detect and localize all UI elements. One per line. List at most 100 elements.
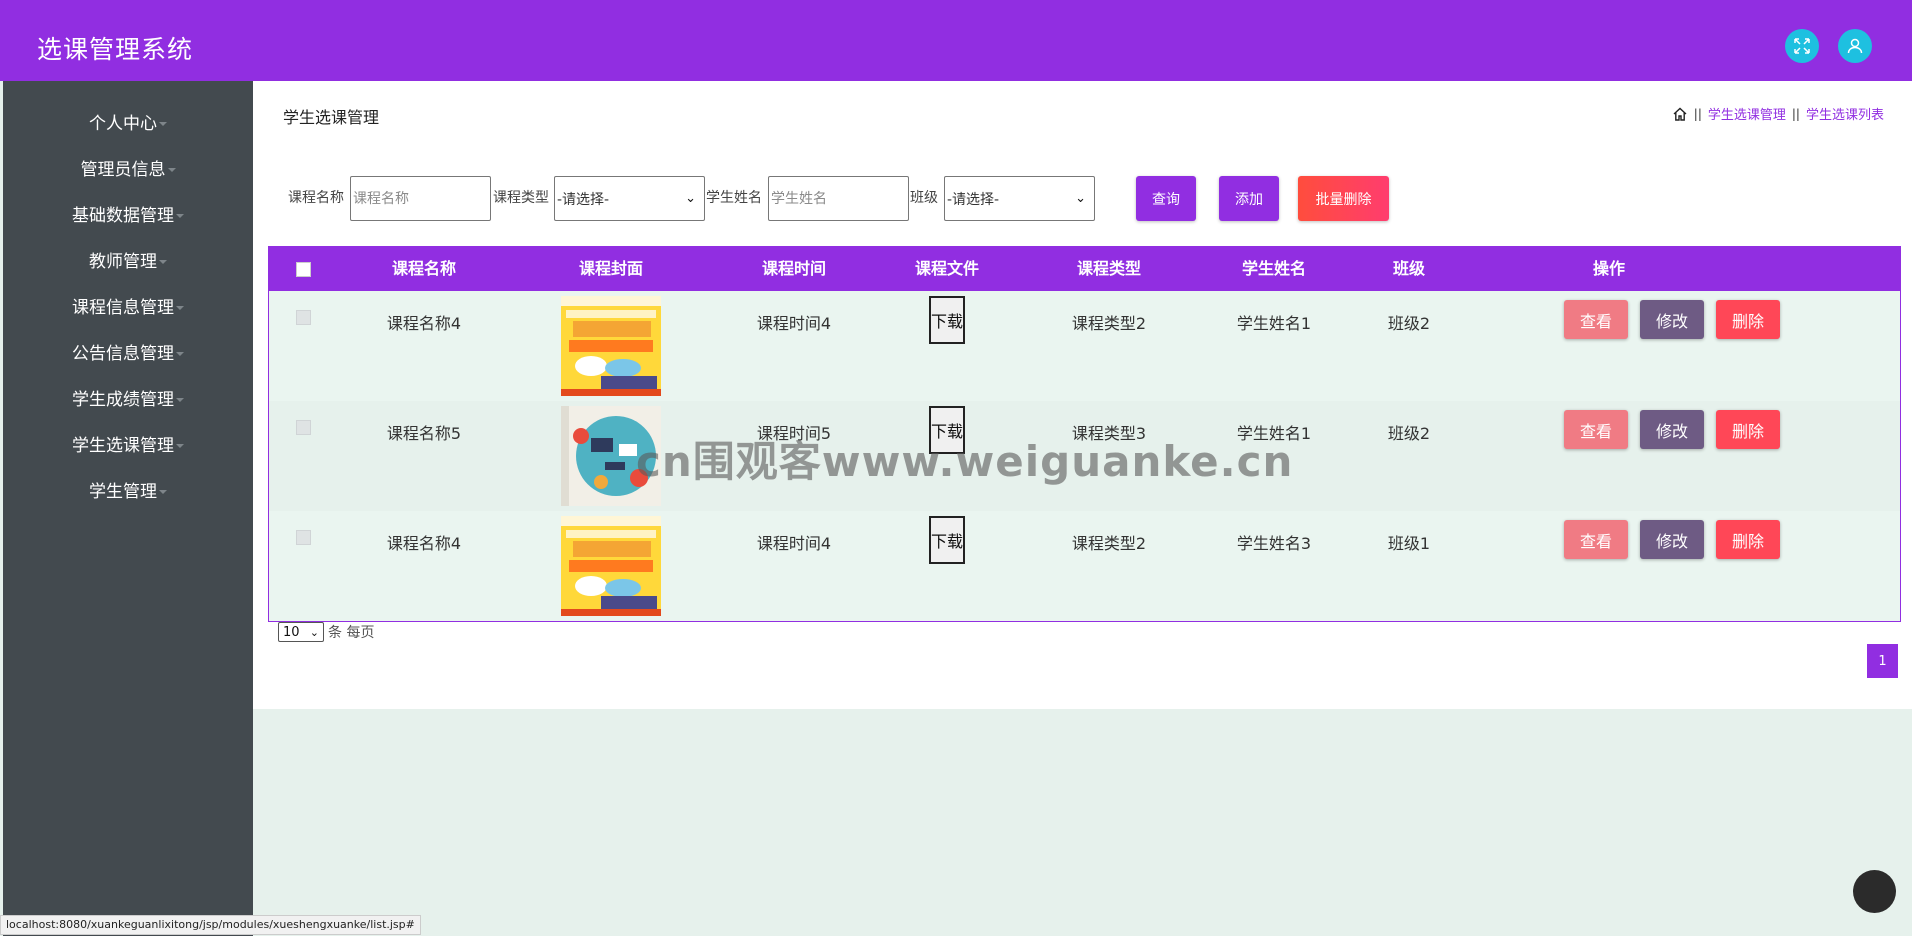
chevron-down-icon: ⌄ bbox=[1075, 191, 1086, 206]
floating-action-button[interactable] bbox=[1853, 870, 1896, 913]
home-icon[interactable] bbox=[1672, 106, 1688, 122]
edit-button[interactable]: 修改 bbox=[1640, 300, 1704, 339]
cell-course-time: 课程时间4 bbox=[756, 534, 832, 553]
sidebar-item-label: 管理员信息 bbox=[80, 160, 166, 180]
breadcrumb-item[interactable]: 学生选课管理 bbox=[1708, 104, 1786, 123]
sidebar-item-label: 教师管理 bbox=[89, 252, 157, 272]
caret-down-icon bbox=[176, 352, 184, 356]
course-type-select[interactable]: -请选择- ⌄ bbox=[554, 176, 705, 221]
cell-course-type: 课程类型2 bbox=[1071, 534, 1147, 553]
sidebar-item-notices[interactable]: 公告信息管理 bbox=[3, 340, 253, 368]
download-button[interactable]: 下载 bbox=[929, 296, 965, 344]
view-button[interactable]: 查看 bbox=[1564, 300, 1628, 339]
course-cover-image[interactable] bbox=[561, 516, 661, 616]
batch-delete-button[interactable]: 批量删除 bbox=[1298, 176, 1389, 221]
main-content: 学生选课管理 || 学生选课管理 || 学生选课列表 课程名称 课程类型 -请选… bbox=[253, 81, 1912, 709]
cell-student-name: 学生姓名3 bbox=[1236, 534, 1312, 553]
sidebar-item-label: 课程信息管理 bbox=[72, 298, 174, 318]
column-header-course-time: 课程时间 bbox=[761, 259, 826, 278]
edit-button[interactable]: 修改 bbox=[1640, 520, 1704, 559]
column-header-course-cover: 课程封面 bbox=[578, 259, 643, 278]
chevron-down-icon: ⌄ bbox=[685, 191, 696, 206]
sidebar-item-courses[interactable]: 课程信息管理 bbox=[3, 294, 253, 322]
sidebar-item-teachers[interactable]: 教师管理 bbox=[3, 248, 253, 276]
sidebar-item-label: 公告信息管理 bbox=[72, 344, 174, 364]
caret-down-icon bbox=[176, 398, 184, 402]
chevron-down-icon: ⌄ bbox=[309, 625, 319, 639]
sidebar-item-label: 学生成绩管理 bbox=[72, 390, 174, 410]
sidebar-item-admin-info[interactable]: 管理员信息 bbox=[3, 156, 253, 184]
column-header-class: 班级 bbox=[1392, 259, 1425, 278]
breadcrumb-separator: || bbox=[1693, 106, 1702, 121]
table-row: 课程名称4 课程时间4 下载 课程类型2 学生姓名1 班级2 查看 修改 删除 bbox=[269, 291, 1900, 401]
breadcrumb: || 学生选课管理 || 学生选课列表 bbox=[1672, 104, 1884, 123]
breadcrumb-separator: || bbox=[1791, 106, 1800, 121]
caret-down-icon bbox=[159, 260, 167, 264]
page-size-select[interactable]: 10 ⌄ bbox=[278, 622, 324, 642]
top-bar: 选课管理系统 bbox=[0, 0, 1912, 81]
table-header: 课程名称 课程封面 课程时间 课程文件 课程类型 学生姓名 班级 操作 bbox=[269, 247, 1900, 291]
table-row: 课程名称4 课程时间4 下载 课程类型2 学生姓名3 班级1 查看 修改 删除 bbox=[269, 511, 1900, 621]
cell-course-name: 课程名称4 bbox=[386, 314, 462, 333]
cell-student-name: 学生姓名1 bbox=[1236, 314, 1312, 333]
column-header-actions: 操作 bbox=[1592, 259, 1625, 278]
class-select-value: -请选择- bbox=[947, 191, 1000, 208]
fullscreen-icon[interactable] bbox=[1785, 29, 1819, 63]
download-button[interactable]: 下载 bbox=[929, 516, 965, 564]
cell-course-name: 课程名称4 bbox=[386, 534, 462, 553]
column-header-course-file: 课程文件 bbox=[914, 259, 979, 278]
caret-down-icon bbox=[159, 490, 167, 494]
caret-down-icon bbox=[176, 444, 184, 448]
user-icon[interactable] bbox=[1838, 29, 1872, 63]
watermark: cn围观客www.weiguanke.cn bbox=[636, 437, 1294, 486]
status-bar-url: localhost:8080/xuankeguanlixitong/jsp/mo… bbox=[0, 915, 421, 935]
course-name-label: 课程名称 bbox=[288, 190, 344, 206]
class-select[interactable]: -请选择- ⌄ bbox=[944, 176, 1095, 221]
edit-button[interactable]: 修改 bbox=[1640, 410, 1704, 449]
sidebar-item-scores[interactable]: 学生成绩管理 bbox=[3, 386, 253, 414]
cell-class: 班级2 bbox=[1387, 314, 1431, 333]
caret-down-icon bbox=[176, 306, 184, 310]
delete-button[interactable]: 删除 bbox=[1716, 300, 1780, 339]
caret-down-icon bbox=[176, 214, 184, 218]
caret-down-icon bbox=[159, 122, 167, 126]
delete-button[interactable]: 删除 bbox=[1716, 520, 1780, 559]
delete-button[interactable]: 删除 bbox=[1716, 410, 1780, 449]
row-checkbox[interactable] bbox=[296, 310, 311, 325]
row-checkbox[interactable] bbox=[296, 530, 311, 545]
select-all-checkbox[interactable] bbox=[296, 262, 311, 277]
sidebar-item-label: 学生管理 bbox=[89, 482, 157, 502]
page-size-suffix: 条 每页 bbox=[328, 625, 375, 641]
page-button[interactable]: 1 bbox=[1867, 644, 1898, 678]
page-size-control: 10 ⌄ 条 每页 bbox=[278, 622, 374, 642]
column-header-course-name: 课程名称 bbox=[391, 259, 456, 278]
page-title: 学生选课管理 bbox=[283, 108, 380, 127]
cell-course-type: 课程类型2 bbox=[1071, 314, 1147, 333]
sidebar-item-course-selection[interactable]: 学生选课管理 bbox=[3, 432, 253, 460]
cell-course-name: 课程名称5 bbox=[386, 424, 462, 443]
query-button[interactable]: 查询 bbox=[1136, 176, 1196, 221]
cell-class: 班级2 bbox=[1387, 424, 1431, 443]
row-checkbox[interactable] bbox=[296, 420, 311, 435]
sidebar: 个人中心 管理员信息 基础数据管理 教师管理 课程信息管理 公告信息管理 学生成… bbox=[3, 81, 253, 936]
page-size-value: 10 bbox=[283, 624, 300, 640]
course-cover-image[interactable] bbox=[561, 296, 661, 396]
app-title: 选课管理系统 bbox=[37, 35, 194, 64]
course-type-select-value: -请选择- bbox=[557, 191, 610, 208]
view-button[interactable]: 查看 bbox=[1564, 520, 1628, 559]
student-name-input[interactable] bbox=[768, 176, 909, 221]
sidebar-item-base-data[interactable]: 基础数据管理 bbox=[3, 202, 253, 230]
course-type-label: 课程类型 bbox=[493, 190, 549, 206]
cell-class: 班级1 bbox=[1387, 534, 1431, 553]
sidebar-item-label: 个人中心 bbox=[89, 114, 157, 134]
cell-course-time: 课程时间4 bbox=[756, 314, 832, 333]
add-button[interactable]: 添加 bbox=[1219, 176, 1279, 221]
sidebar-item-students[interactable]: 学生管理 bbox=[3, 478, 253, 506]
sidebar-item-personal-center[interactable]: 个人中心 bbox=[3, 110, 253, 138]
breadcrumb-item[interactable]: 学生选课列表 bbox=[1806, 104, 1884, 123]
sidebar-item-label: 学生选课管理 bbox=[72, 436, 174, 456]
course-name-input[interactable] bbox=[350, 176, 491, 221]
view-button[interactable]: 查看 bbox=[1564, 410, 1628, 449]
student-name-label: 学生姓名 bbox=[706, 190, 762, 206]
column-header-course-type: 课程类型 bbox=[1076, 259, 1141, 278]
